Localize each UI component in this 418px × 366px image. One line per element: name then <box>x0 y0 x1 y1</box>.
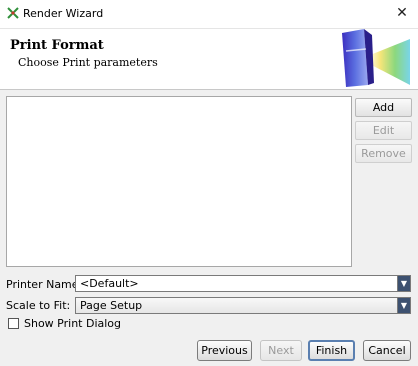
prism-logo-icon <box>342 29 410 87</box>
window-titlebar: Render Wizard ✕ <box>0 0 418 29</box>
scale-to-fit-combobox[interactable]: Page Setup ▼ <box>75 297 411 314</box>
wizard-header: Print Format Choose Print parameters <box>0 29 418 90</box>
scale-to-fit-label: Scale to Fit: <box>6 299 71 312</box>
finish-button[interactable]: Finish <box>308 340 355 361</box>
previous-button[interactable]: Previous <box>197 340 252 361</box>
add-button[interactable]: Add <box>355 98 412 117</box>
printer-name-combobox[interactable]: <Default> ▼ <box>75 275 411 292</box>
print-format-list[interactable] <box>6 96 352 267</box>
close-icon[interactable]: ✕ <box>392 3 412 23</box>
printer-name-label: Printer Name: <box>6 278 83 291</box>
show-print-dialog-label[interactable]: Show Print Dialog <box>24 317 121 330</box>
cancel-button[interactable]: Cancel <box>363 340 411 361</box>
chevron-down-icon[interactable]: ▼ <box>397 276 410 291</box>
page-title: Print Format <box>10 38 104 53</box>
show-print-dialog-checkbox[interactable] <box>8 318 19 329</box>
page-subtitle: Choose Print parameters <box>18 56 158 69</box>
scale-to-fit-value: Page Setup <box>80 299 143 312</box>
chevron-down-icon[interactable]: ▼ <box>397 298 410 313</box>
next-button[interactable]: Next <box>260 340 302 361</box>
edit-button[interactable]: Edit <box>355 121 412 140</box>
render-wizard-app-icon <box>7 7 19 19</box>
printer-name-value: <Default> <box>80 277 139 290</box>
window-title: Render Wizard <box>23 7 104 20</box>
remove-button[interactable]: Remove <box>355 144 412 163</box>
